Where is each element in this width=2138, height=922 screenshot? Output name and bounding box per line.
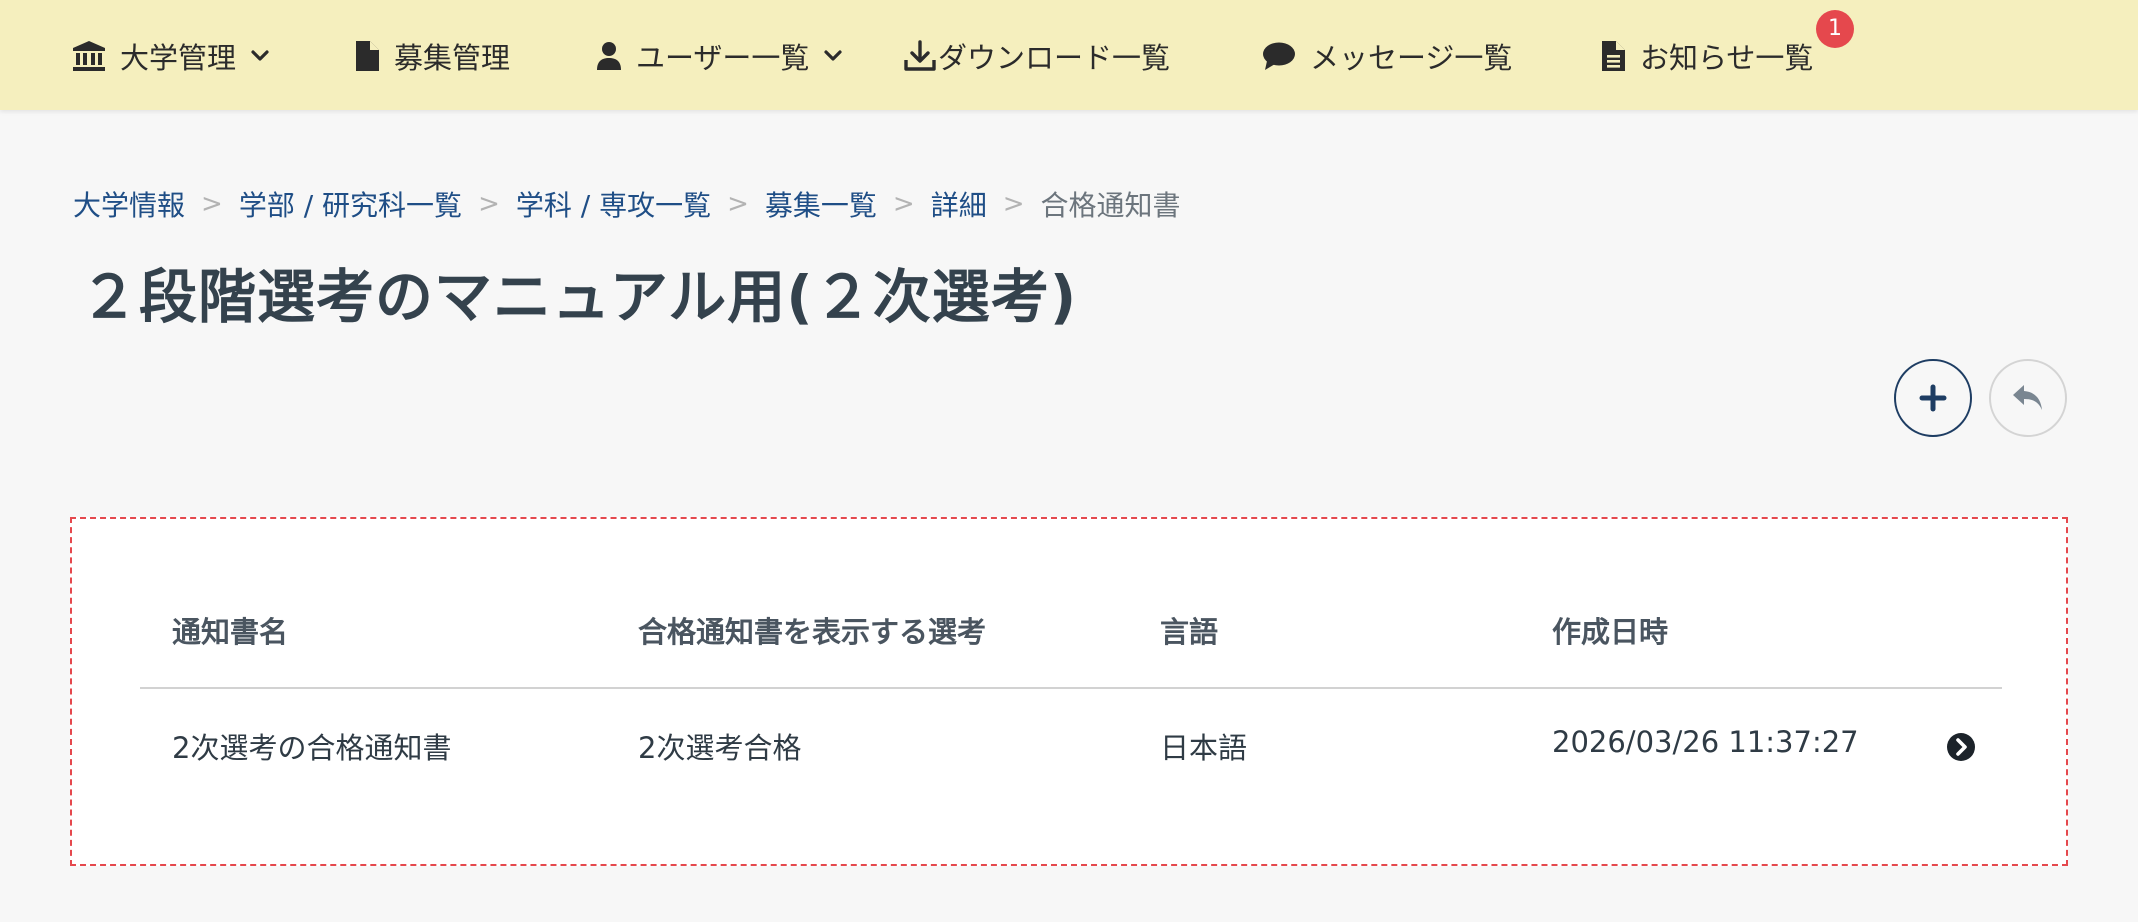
nav-label: 募集管理 [394,41,511,75]
nav-recruitment-management[interactable]: 募集管理 [354,30,510,82]
comment-icon [1263,42,1295,70]
page-title: ２段階選考のマニュアル用(２次選考) [80,263,1078,331]
document-icon [1602,41,1625,71]
notification-badge: 1 [1816,10,1854,48]
nav-download-list[interactable]: ダウンロード一覧 [904,30,1170,82]
nav-label: ユーザー一覧 [636,41,810,75]
breadcrumb-separator: > [892,189,915,219]
nav-message-list[interactable]: メッセージ一覧 [1262,30,1512,82]
breadcrumb-faculty-list[interactable]: 学部 / 研究科一覧 [239,184,462,224]
breadcrumb: 大学情報 > 学部 / 研究科一覧 > 学科 / 専攻一覧 > 募集一覧 > 詳… [73,184,1181,224]
column-header-selection: 合格通知書を表示する選考 [638,615,987,649]
breadcrumb-separator: > [1002,189,1025,219]
cell-selection: 2次選考合格 [638,731,802,765]
nav-notice-list[interactable]: お知らせ一覧 [1600,30,1813,82]
chevron-circle-right-icon[interactable] [1946,732,1976,762]
cell-language: 日本語 [1160,731,1248,765]
table-header-divider [140,687,2002,689]
cell-notice-name: 2次選考の合格通知書 [172,731,452,765]
nav-label: ダウンロード一覧 [938,41,1171,75]
top-navbar: 大学管理 募集管理 ユーザー一覧 ダウンロード一覧 メッセージ一覧 お知らせ一覧… [0,0,2138,110]
breadcrumb-separator: > [727,189,749,219]
chevron-down-icon [251,50,269,61]
breadcrumb-university-info[interactable]: 大学情報 [73,184,185,224]
breadcrumb-separator: > [201,189,223,219]
user-icon [597,42,621,70]
add-notice-button[interactable] [1894,359,1972,437]
breadcrumb-detail[interactable]: 詳細 [931,184,987,224]
download-icon [904,40,936,71]
breadcrumb-separator: > [478,189,500,219]
cell-created-at: 2026/03/26 11:37:27 [1552,725,1859,759]
nav-label: お知らせ一覧 [1640,41,1814,75]
nav-label: 大学管理 [120,41,237,75]
file-icon [356,41,379,71]
column-header-notice-name: 通知書名 [172,615,289,649]
nav-university-management[interactable]: 大学管理 [72,30,270,82]
breadcrumb-current: 合格通知書 [1040,189,1181,222]
column-header-created-at: 作成日時 [1552,615,1669,649]
reply-icon [2013,385,2042,410]
nav-user-list[interactable]: ユーザー一覧 [596,30,843,82]
breadcrumb-recruitment-list[interactable]: 募集一覧 [765,184,877,224]
chevron-down-icon [824,50,843,61]
notice-table-panel: 通知書名 合格通知書を表示する選考 言語 作成日時 2次選考の合格通知書 2次選… [70,517,2068,866]
nav-label: メッセージ一覧 [1310,41,1513,75]
column-header-language: 言語 [1160,615,1219,649]
university-icon [73,41,105,71]
back-button[interactable] [1989,359,2067,437]
plus-icon [1919,384,1947,412]
breadcrumb-department-list[interactable]: 学科 / 専攻一覧 [516,184,711,224]
